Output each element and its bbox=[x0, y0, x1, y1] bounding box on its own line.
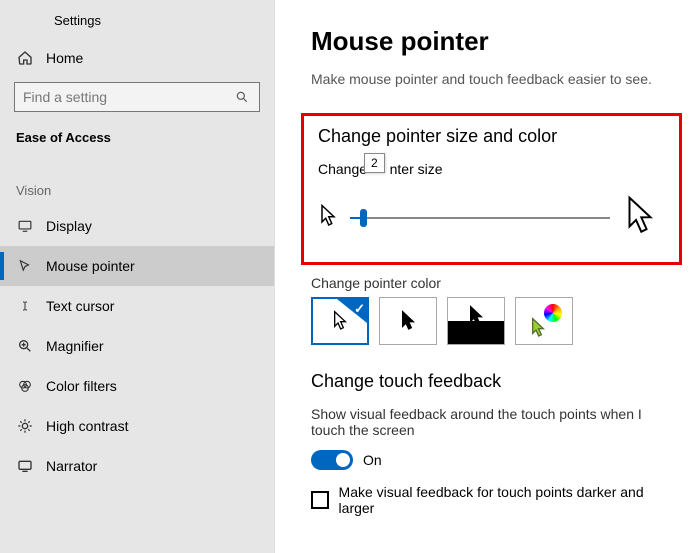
touch-feedback-checkbox[interactable] bbox=[311, 491, 329, 509]
pointer-color-white[interactable]: ✓ bbox=[311, 297, 369, 345]
home-nav-item[interactable]: Home bbox=[0, 40, 274, 76]
display-icon bbox=[16, 217, 34, 235]
magnifier-icon bbox=[16, 337, 34, 355]
sidebar: Settings Home Find a setting Ease of Acc… bbox=[0, 0, 275, 553]
sidebar-item-mouse-pointer[interactable]: Mouse pointer bbox=[0, 246, 274, 286]
pointer-size-label: Change 2 pointer size bbox=[318, 161, 443, 177]
touch-feedback-toggle[interactable] bbox=[311, 450, 353, 470]
section-label-vision: Vision bbox=[0, 159, 274, 206]
search-icon bbox=[233, 88, 251, 106]
sidebar-item-label: Mouse pointer bbox=[46, 258, 135, 274]
sidebar-item-text-cursor[interactable]: Text cursor bbox=[0, 286, 274, 326]
color-filters-icon bbox=[16, 377, 34, 395]
sidebar-item-label: Text cursor bbox=[46, 298, 114, 314]
color-wheel-icon bbox=[544, 304, 562, 322]
home-label: Home bbox=[46, 50, 83, 66]
home-icon bbox=[16, 49, 34, 67]
mouse-pointer-icon bbox=[16, 257, 34, 275]
high-contrast-icon bbox=[16, 417, 34, 435]
sidebar-item-color-filters[interactable]: Color filters bbox=[0, 366, 274, 406]
touch-feedback-toggle-row: On bbox=[311, 450, 672, 470]
sidebar-item-label: Display bbox=[46, 218, 92, 234]
narrator-icon bbox=[16, 457, 34, 475]
sidebar-item-label: High contrast bbox=[46, 418, 128, 434]
touch-feedback-heading: Change touch feedback bbox=[311, 371, 672, 392]
pointer-size-label-part1: Change bbox=[318, 161, 367, 177]
pointer-size-heading: Change pointer size and color bbox=[318, 126, 665, 147]
sidebar-item-label: Narrator bbox=[46, 458, 97, 474]
search-input[interactable]: Find a setting bbox=[14, 82, 260, 112]
touch-feedback-text: Show visual feedback around the touch po… bbox=[311, 406, 672, 438]
pointer-color-tiles: ✓ bbox=[311, 297, 672, 345]
large-cursor-icon bbox=[622, 195, 658, 240]
pointer-color-black[interactable] bbox=[379, 297, 437, 345]
touch-feedback-checkbox-row: Make visual feedback for touch points da… bbox=[311, 484, 672, 516]
sidebar-item-magnifier[interactable]: Magnifier bbox=[0, 326, 274, 366]
pointer-color-label: Change pointer color bbox=[311, 275, 672, 291]
category-header: Ease of Access bbox=[0, 126, 274, 159]
page-title: Mouse pointer bbox=[311, 26, 672, 57]
sidebar-item-label: Color filters bbox=[46, 378, 117, 394]
sidebar-item-label: Magnifier bbox=[46, 338, 104, 354]
main-content: Mouse pointer Make mouse pointer and tou… bbox=[275, 0, 700, 553]
pointer-color-custom[interactable] bbox=[515, 297, 573, 345]
sidebar-item-display[interactable]: Display bbox=[0, 206, 274, 246]
pointer-size-label-part2: nter size bbox=[390, 161, 443, 177]
nav-list: Display Mouse pointer Text cursor Magnif… bbox=[0, 206, 274, 486]
search-row: Find a setting bbox=[14, 82, 260, 112]
settings-title: Settings bbox=[0, 13, 274, 40]
pointer-size-value-tooltip: 2 bbox=[364, 153, 385, 173]
toggle-label: On bbox=[363, 452, 382, 468]
search-placeholder: Find a setting bbox=[23, 89, 107, 105]
page-subtitle: Make mouse pointer and touch feedback ea… bbox=[311, 71, 672, 87]
check-icon: ✓ bbox=[354, 301, 365, 317]
pointer-size-section-highlight: Change pointer size and color Change 2 p… bbox=[301, 113, 682, 265]
small-cursor-icon bbox=[318, 204, 338, 231]
text-cursor-icon bbox=[16, 297, 34, 315]
pointer-size-slider[interactable] bbox=[350, 217, 610, 219]
pointer-size-slider-row bbox=[318, 195, 665, 240]
toggle-knob bbox=[336, 453, 350, 467]
slider-thumb[interactable] bbox=[360, 209, 367, 227]
sidebar-item-narrator[interactable]: Narrator bbox=[0, 446, 274, 486]
checkbox-label: Make visual feedback for touch points da… bbox=[339, 484, 672, 516]
pointer-color-inverted[interactable] bbox=[447, 297, 505, 345]
sidebar-item-high-contrast[interactable]: High contrast bbox=[0, 406, 274, 446]
